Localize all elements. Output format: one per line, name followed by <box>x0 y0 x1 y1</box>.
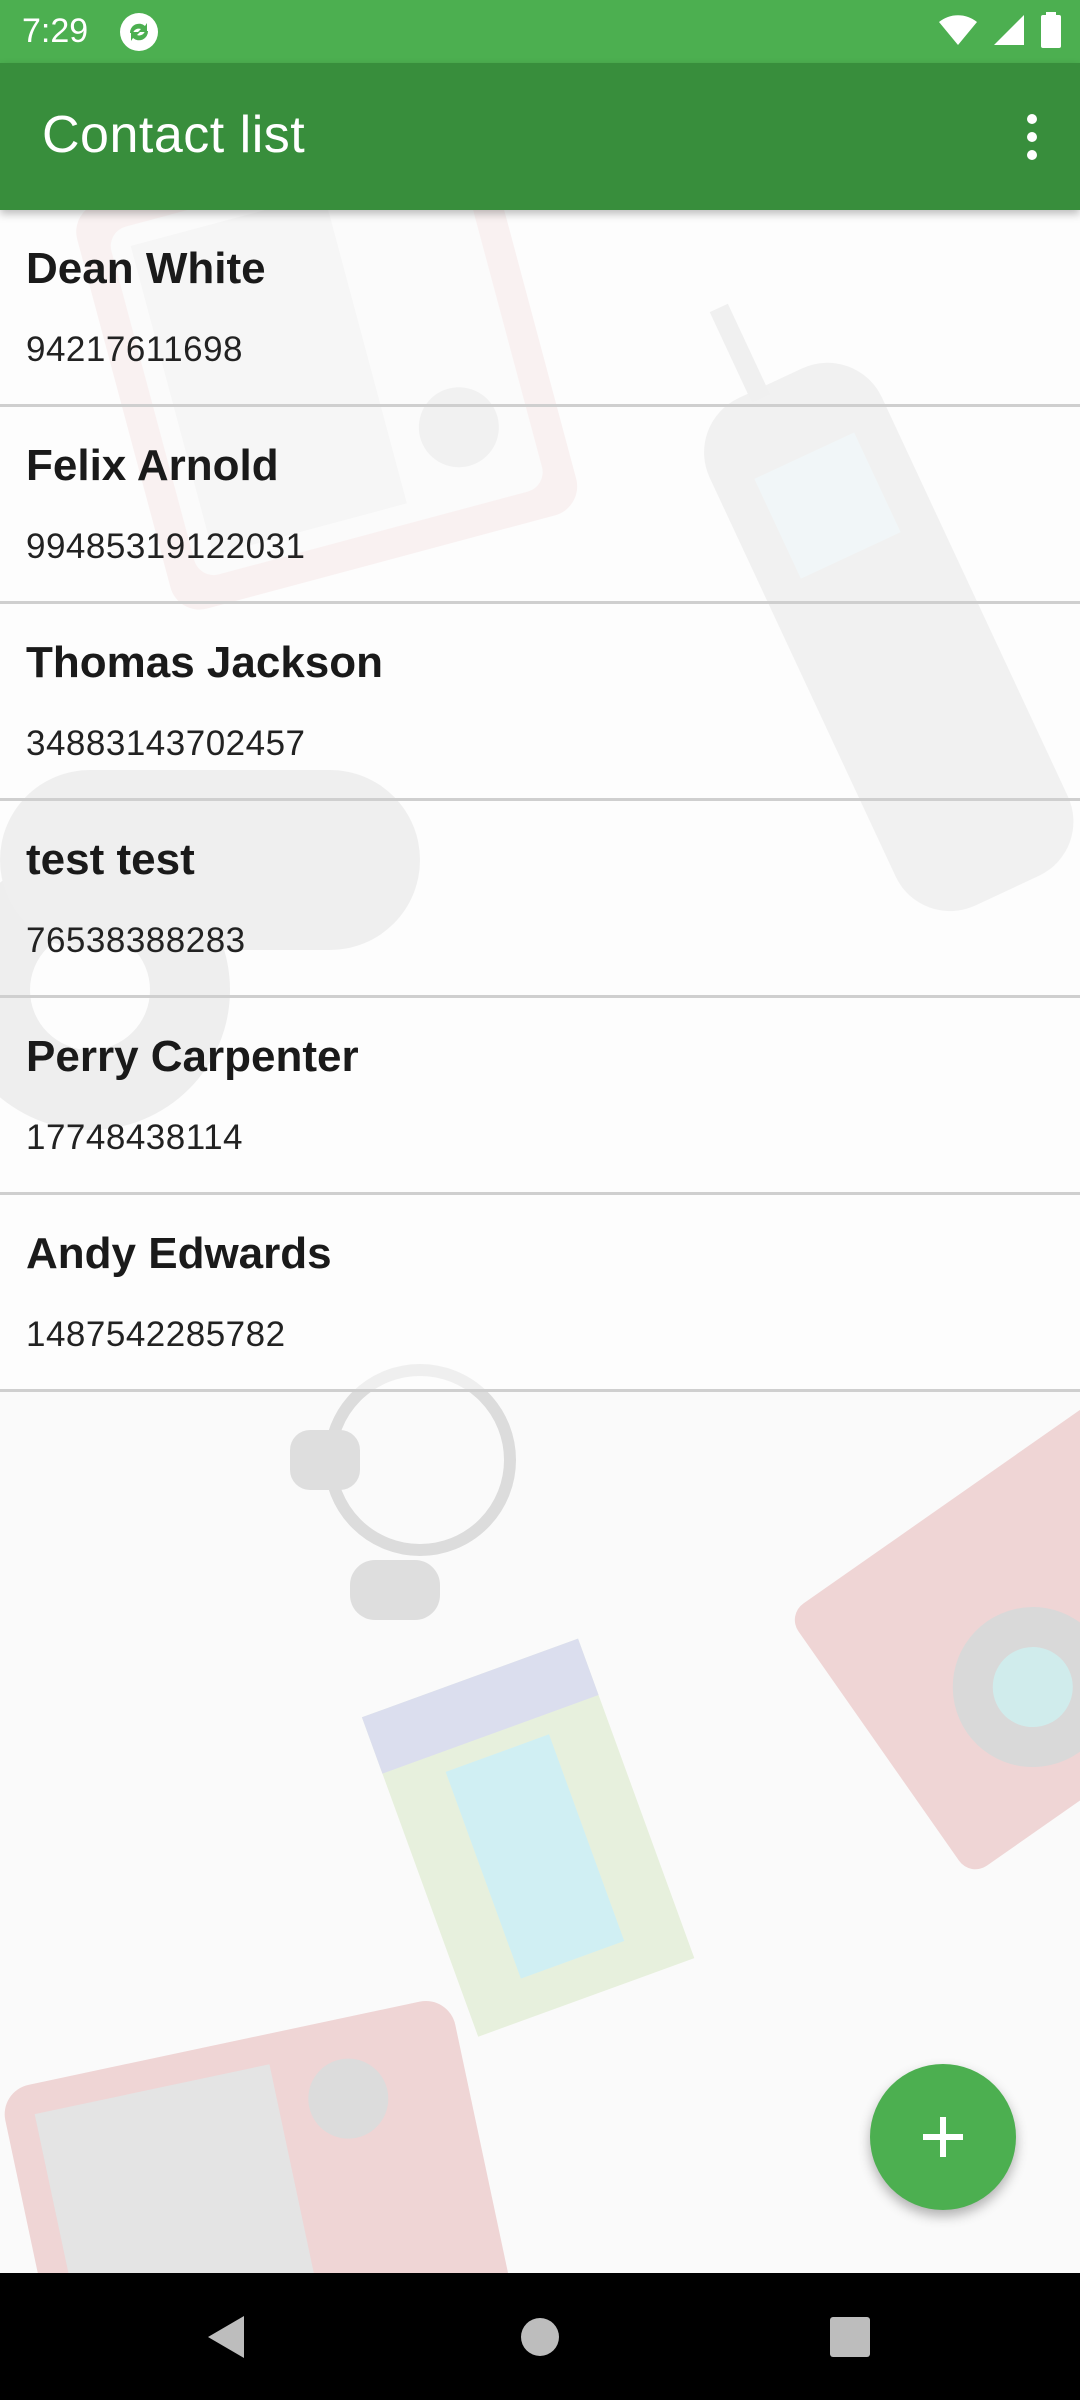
page-title: Contact list <box>42 106 306 164</box>
recents-icon <box>830 2316 870 2357</box>
contact-name: Perry Carpenter <box>26 1032 359 1081</box>
recents-button[interactable] <box>790 2273 910 2400</box>
battery-icon <box>1041 12 1061 48</box>
contact-list: Dean White 94217611698 Felix Arnold 9948… <box>0 210 1080 1392</box>
cell-signal-icon <box>994 15 1024 45</box>
contact-phone: 99485319122031 <box>26 527 306 566</box>
list-item[interactable]: Andy Edwards 1487542285782 <box>0 1195 1080 1392</box>
plus-icon <box>923 2117 963 2157</box>
back-button[interactable] <box>166 2273 286 2400</box>
list-item[interactable]: Thomas Jackson 34883143702457 <box>0 604 1080 801</box>
contact-name: Dean White <box>26 244 266 293</box>
navigation-bar <box>0 2273 1080 2400</box>
app-bar: Contact list <box>0 63 1080 210</box>
contact-phone: 76538388283 <box>26 921 246 960</box>
list-item[interactable]: Felix Arnold 99485319122031 <box>0 407 1080 604</box>
status-time: 7:29 <box>22 12 89 50</box>
wifi-icon <box>939 15 977 46</box>
contact-name: Thomas Jackson <box>26 638 384 687</box>
contact-phone: 34883143702457 <box>26 724 306 763</box>
screen: 7:29 Contact list Dean White 94217611698… <box>0 0 1080 2400</box>
contact-name: Felix Arnold <box>26 441 279 490</box>
contact-name: test test <box>26 835 195 884</box>
sync-app-icon <box>120 13 158 51</box>
add-contact-button[interactable] <box>870 2064 1016 2210</box>
home-button[interactable] <box>480 2273 600 2400</box>
back-icon <box>208 2315 244 2358</box>
status-icons <box>938 12 1062 48</box>
contact-phone: 94217611698 <box>26 330 244 369</box>
list-item[interactable]: test test 76538388283 <box>0 801 1080 998</box>
contact-name: Andy Edwards <box>26 1229 332 1278</box>
home-icon <box>521 2317 559 2356</box>
more-vert-icon[interactable] <box>996 97 1068 177</box>
contact-phone: 17748438114 <box>26 1118 244 1157</box>
contact-phone: 1487542285782 <box>26 1315 286 1354</box>
list-item[interactable]: Perry Carpenter 17748438114 <box>0 998 1080 1195</box>
status-bar: 7:29 <box>0 0 1080 63</box>
list-item[interactable]: Dean White 94217611698 <box>0 210 1080 407</box>
